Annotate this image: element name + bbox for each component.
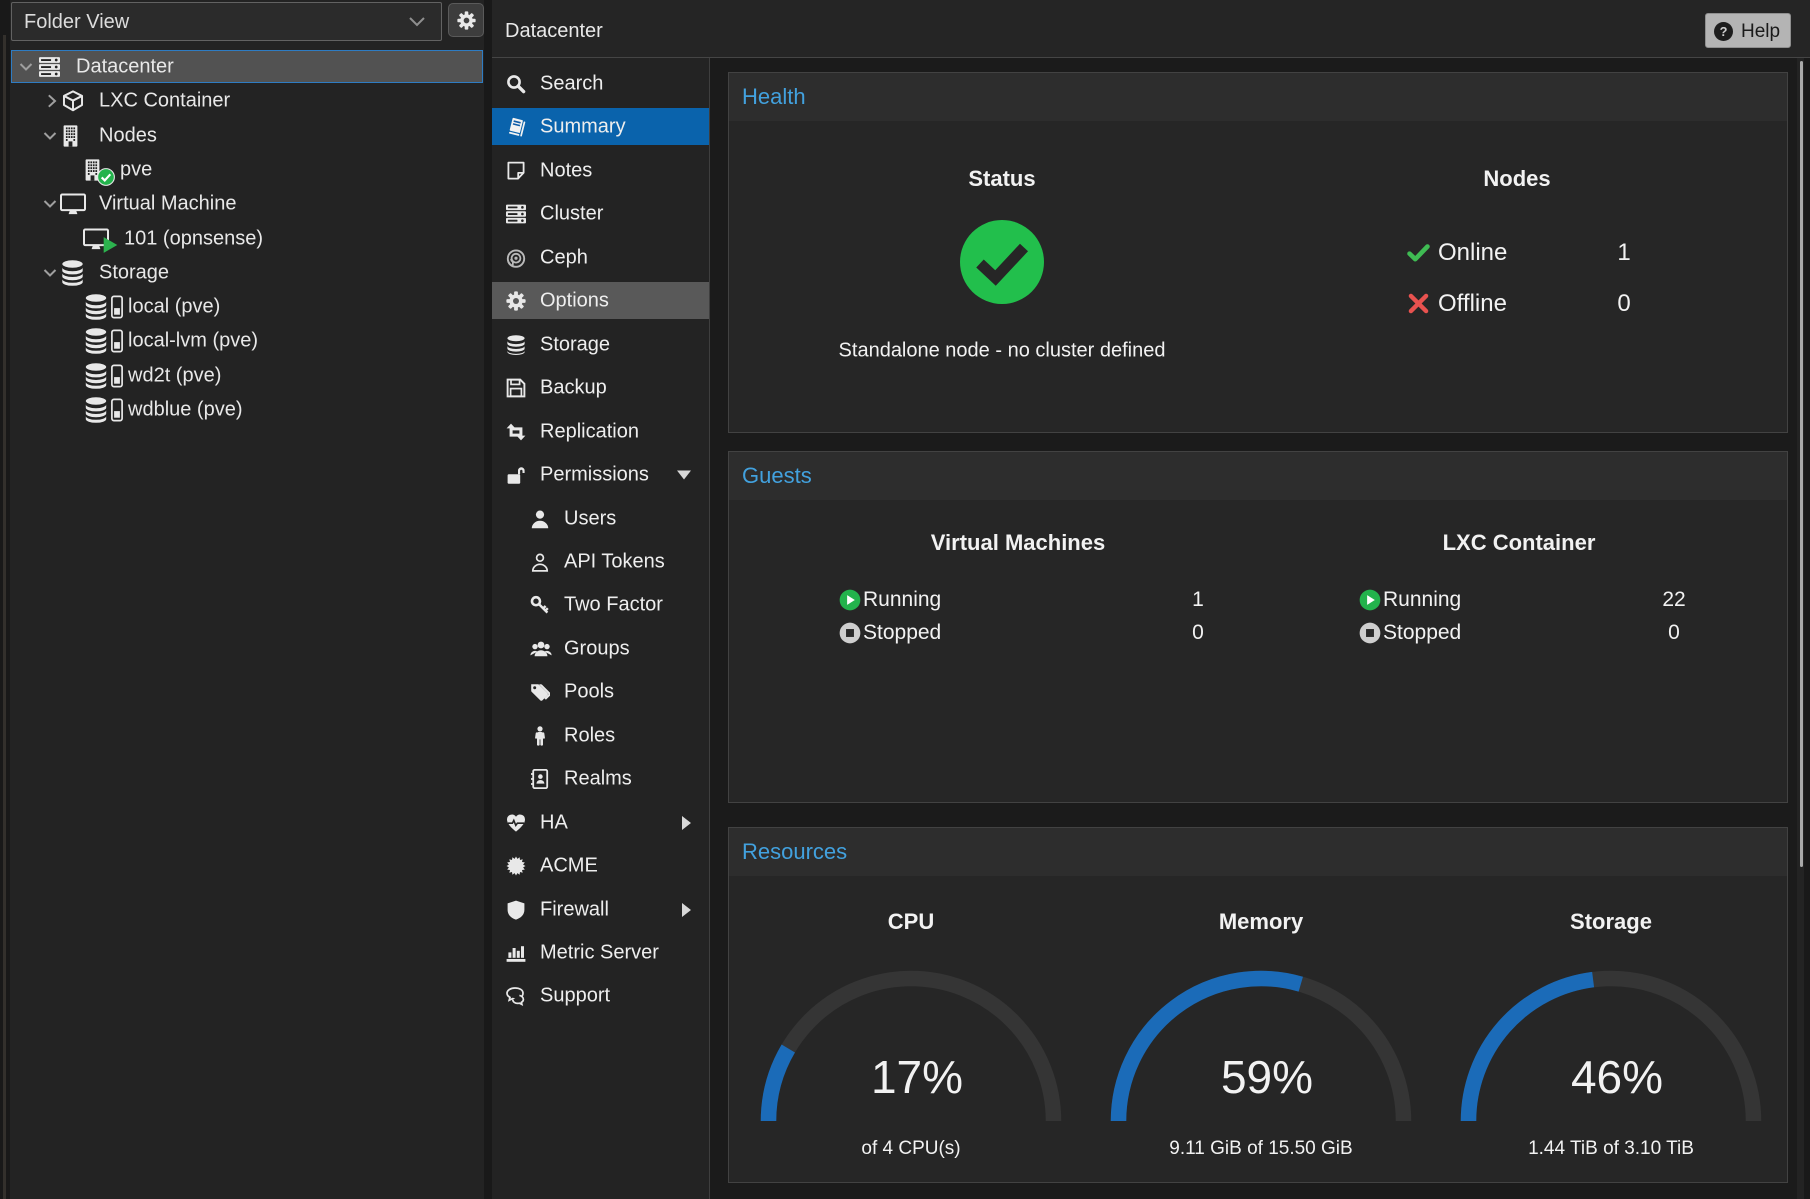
svg-text:?: ? <box>1720 24 1728 39</box>
